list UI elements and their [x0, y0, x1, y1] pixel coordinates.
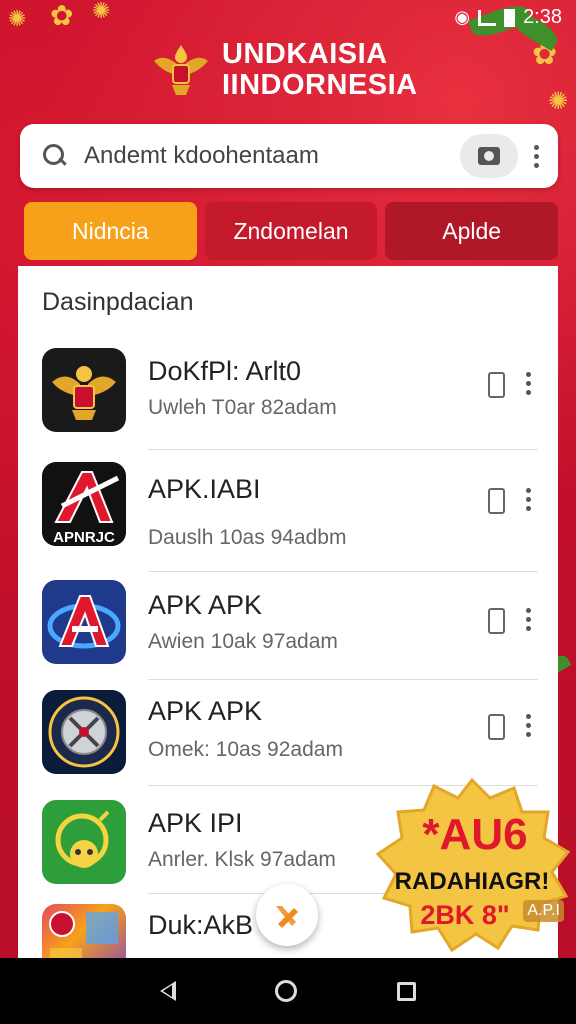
item-more-icon[interactable] [522, 488, 534, 511]
section-title: Dasinpdacian [42, 288, 194, 316]
app-name: APK APK [148, 590, 263, 620]
back-icon[interactable] [159, 981, 176, 1001]
app-name: Duk:AkB [148, 910, 254, 940]
signal-icon [478, 9, 497, 26]
camera-icon [478, 147, 500, 165]
more-options-icon[interactable] [530, 144, 542, 168]
app-title-line2: IINDORNESIA [222, 69, 418, 101]
phone-icon [488, 608, 505, 634]
app-name: APK APK [148, 696, 263, 726]
app-subtitle: Awien 10ak 97adam [148, 630, 338, 653]
status-time: 2:38 [523, 6, 562, 28]
phone-icon [488, 714, 505, 740]
apk-a-logo-icon: APNRJC [42, 462, 126, 546]
camera-search-button[interactable] [460, 134, 518, 178]
compass-badge-icon [42, 690, 126, 774]
promo-tag: A.P.I [523, 900, 564, 922]
promo-code: 2BK 8" [420, 900, 510, 930]
pencil-icon [276, 906, 298, 928]
app-subtitle: Anrler. Klsk 97adam [148, 848, 336, 871]
recent-apps-icon[interactable] [397, 981, 417, 1001]
garuda-emblem-icon [42, 348, 126, 432]
item-more-icon[interactable] [522, 714, 534, 737]
promo-subline: RADAHIAGR! [394, 868, 550, 895]
alarm-icon: ◉ [454, 7, 471, 27]
tab-nidncia[interactable]: Nidncia [24, 202, 197, 260]
item-more-icon[interactable] [522, 372, 534, 395]
app-name: APK IPI [148, 808, 243, 838]
list-item[interactable]: APK APK Awien 10ak 97adam [18, 572, 558, 680]
phone-icon [488, 372, 505, 398]
monkey-logo-icon [42, 800, 126, 884]
colorful-grid-icon [42, 904, 126, 960]
list-item[interactable]: APK APK Omek: 10as 92adam [18, 680, 558, 786]
app-name: DoKfPl: Arlt0 [148, 356, 302, 386]
tab-zndomelan[interactable]: Zndomelan [204, 202, 378, 260]
list-item[interactable]: DoKfPl: Arlt0 Uwleh T0ar 82adam [18, 340, 558, 450]
app-subtitle: Dauslh 10as 94adbm [148, 526, 347, 549]
status-bar: ◉ 2:38 [0, 0, 576, 34]
app-name: APK.IABI [148, 474, 261, 504]
fab-button[interactable] [256, 884, 318, 946]
home-icon[interactable] [275, 980, 298, 1002]
tab-bar: Nidncia Zndomelan Aplde [24, 202, 559, 260]
blue-a-logo-icon [42, 580, 126, 664]
item-more-icon[interactable] [522, 608, 534, 631]
app-subtitle: Uwleh T0ar 82adam [148, 396, 337, 419]
tab-aplde[interactable]: Aplde [385, 202, 559, 260]
garuda-emblem-icon [150, 39, 212, 101]
app-header: UNDKAISIA IINDORNESIA [150, 30, 490, 110]
system-nav-bar [0, 958, 576, 1024]
app-title-line1: UNDKAISIA [222, 38, 388, 70]
phone-icon [488, 488, 505, 514]
battery-icon [504, 8, 516, 27]
search-icon [42, 143, 68, 169]
promo-badge[interactable]: *AU6 RADAHIAGR! 2BK 8" A.P.I [372, 776, 572, 952]
promo-headline: *AU6 [422, 810, 528, 859]
app-subtitle: Omek: 10as 92adam [148, 738, 343, 761]
decorative-star-icon: ✺ [548, 88, 569, 115]
list-item[interactable]: APNRJC APK.IABI Dauslh 10as 94adbm [18, 450, 558, 572]
app-icon-label: APNRJC [53, 529, 115, 546]
search-input[interactable]: Andemt kdoohentaam [84, 142, 460, 170]
search-bar[interactable]: Andemt kdoohentaam [20, 124, 558, 188]
